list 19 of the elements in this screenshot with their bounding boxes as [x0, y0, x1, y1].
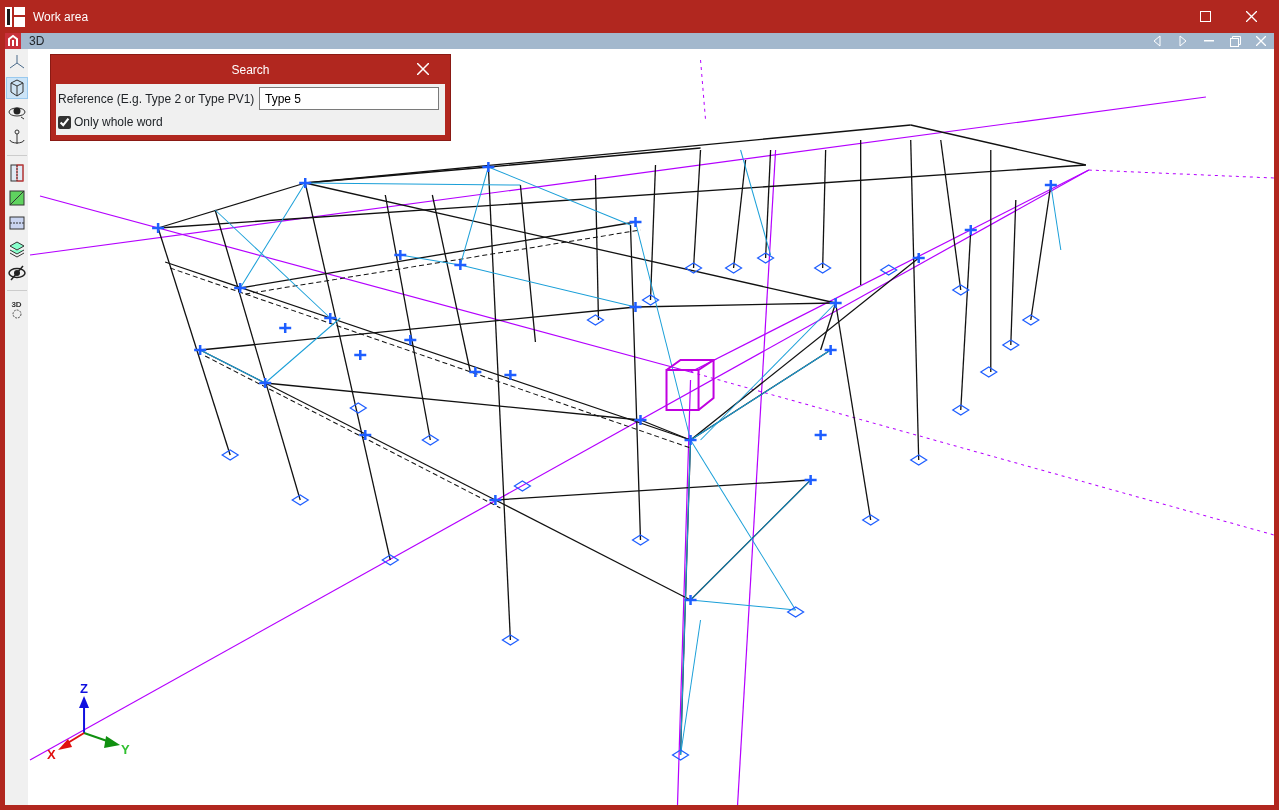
maximize-icon[interactable]	[1199, 11, 1211, 22]
window-title: Work area	[33, 8, 89, 26]
close-icon[interactable]	[1245, 11, 1257, 22]
whole-word-checkbox[interactable]	[58, 115, 71, 129]
reference-field[interactable]: Type 5	[259, 87, 439, 110]
close-button[interactable]	[417, 63, 431, 77]
x-axis-label: X	[47, 747, 56, 762]
checkbox-label: Only whole word	[74, 114, 163, 131]
y-axis-label: Y	[121, 742, 130, 757]
axis-triad-icon	[58, 696, 121, 750]
view-icon	[5, 33, 21, 49]
app-logo-icon	[5, 6, 25, 27]
reference-label: Reference (E.g. Type 2 or Type PV1)	[58, 90, 255, 108]
view-title: 3D	[29, 33, 45, 50]
z-axis-label: Z	[80, 681, 88, 696]
cube-tool[interactable]	[5, 77, 28, 99]
view-settings-tool[interactable]: 3D	[5, 297, 28, 323]
dialog-title: Search	[231, 61, 270, 79]
gear-icon	[10, 309, 23, 319]
